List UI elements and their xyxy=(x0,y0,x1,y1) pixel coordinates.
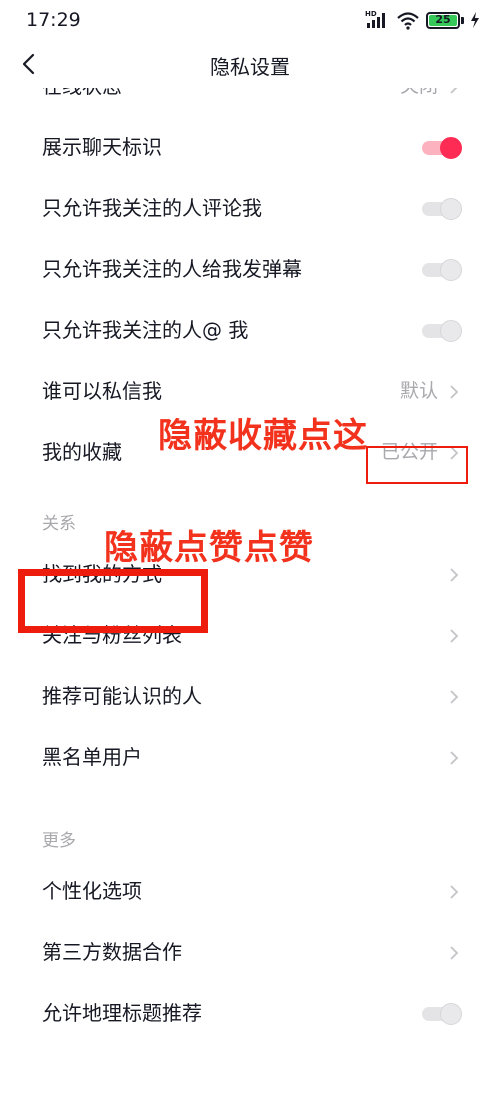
annotation-hide-favorites: 隐蔽收藏点这 xyxy=(158,416,368,456)
geo-title-toggle[interactable] xyxy=(420,1001,462,1027)
who-can-message-value: 默认 xyxy=(399,380,438,402)
status-time: 17:29 xyxy=(26,9,81,31)
battery-level: 25 xyxy=(435,12,451,26)
third-party-data-label: 第三方数据合作 xyxy=(42,940,182,964)
section-header-more: 更多 xyxy=(0,800,500,861)
my-favorites-label: 我的收藏 xyxy=(42,440,122,464)
personalization-row[interactable]: 个性化选项 xyxy=(0,861,500,922)
show-chat-badge-row: 展示聊天标识 xyxy=(0,117,500,178)
comment-only-following-row: 只允许我关注的人评论我 xyxy=(0,178,500,239)
danmaku-only-following-row: 只允许我关注的人给我发弹幕 xyxy=(0,239,500,300)
comment-only-following-toggle[interactable] xyxy=(420,196,462,222)
section-title-relations: 关系 xyxy=(42,514,76,534)
chevron-right-icon xyxy=(450,385,459,399)
annotation-box-favorites xyxy=(366,446,468,484)
nav-bar: 隐私设置 xyxy=(0,40,500,88)
online-status-value: 关闭 xyxy=(400,88,438,117)
mention-only-following-row: 只允许我关注的人@ 我 xyxy=(0,300,500,361)
online-status-label: 在线状态 xyxy=(42,88,122,117)
annotation-hide-likes: 隐蔽点赞点赞 xyxy=(104,528,314,568)
status-bar: 17:29 HD 25 xyxy=(0,0,500,40)
danmaku-only-following-toggle[interactable] xyxy=(420,257,462,283)
charging-icon xyxy=(471,12,479,28)
chevron-right-icon xyxy=(450,690,459,704)
page-title: 隐私设置 xyxy=(210,55,290,79)
wifi-icon xyxy=(397,12,419,30)
comment-only-following-label: 只允许我关注的人评论我 xyxy=(42,196,262,220)
show-chat-badge-toggle[interactable] xyxy=(420,135,462,161)
battery-icon: 25 xyxy=(426,11,460,29)
suggest-people-label: 推荐可能认识的人 xyxy=(42,684,202,708)
chevron-right-icon xyxy=(450,88,458,94)
online-status-row[interactable]: 在线状态 关闭 xyxy=(0,88,500,117)
network-type-label: HD xyxy=(365,10,377,18)
mention-only-following-toggle[interactable] xyxy=(420,318,462,344)
signal-icon: HD xyxy=(365,10,385,28)
chevron-right-icon xyxy=(450,946,459,960)
chevron-right-icon xyxy=(450,568,459,582)
status-icons: HD 25 xyxy=(364,10,480,30)
annotation-box-find-me xyxy=(18,569,208,633)
geo-title-label: 允许地理标题推荐 xyxy=(42,1001,202,1025)
blocklist-label: 黑名单用户 xyxy=(42,745,142,769)
personalization-label: 个性化选项 xyxy=(42,879,142,903)
blocklist-row[interactable]: 黑名单用户 xyxy=(0,727,500,788)
geo-title-row: 允许地理标题推荐 xyxy=(0,983,500,1044)
battery-cap xyxy=(461,16,464,24)
suggest-people-row[interactable]: 推荐可能认识的人 xyxy=(0,666,500,727)
danmaku-only-following-label: 只允许我关注的人给我发弹幕 xyxy=(42,257,302,281)
third-party-data-row[interactable]: 第三方数据合作 xyxy=(0,922,500,983)
chevron-right-icon xyxy=(450,629,459,643)
who-can-message-label: 谁可以私信我 xyxy=(42,379,162,403)
chevron-right-icon xyxy=(450,885,459,899)
mention-only-following-label: 只允许我关注的人@ 我 xyxy=(42,318,249,342)
show-chat-badge-label: 展示聊天标识 xyxy=(42,135,162,159)
section-title-more: 更多 xyxy=(42,831,76,851)
chevron-right-icon xyxy=(450,751,459,765)
